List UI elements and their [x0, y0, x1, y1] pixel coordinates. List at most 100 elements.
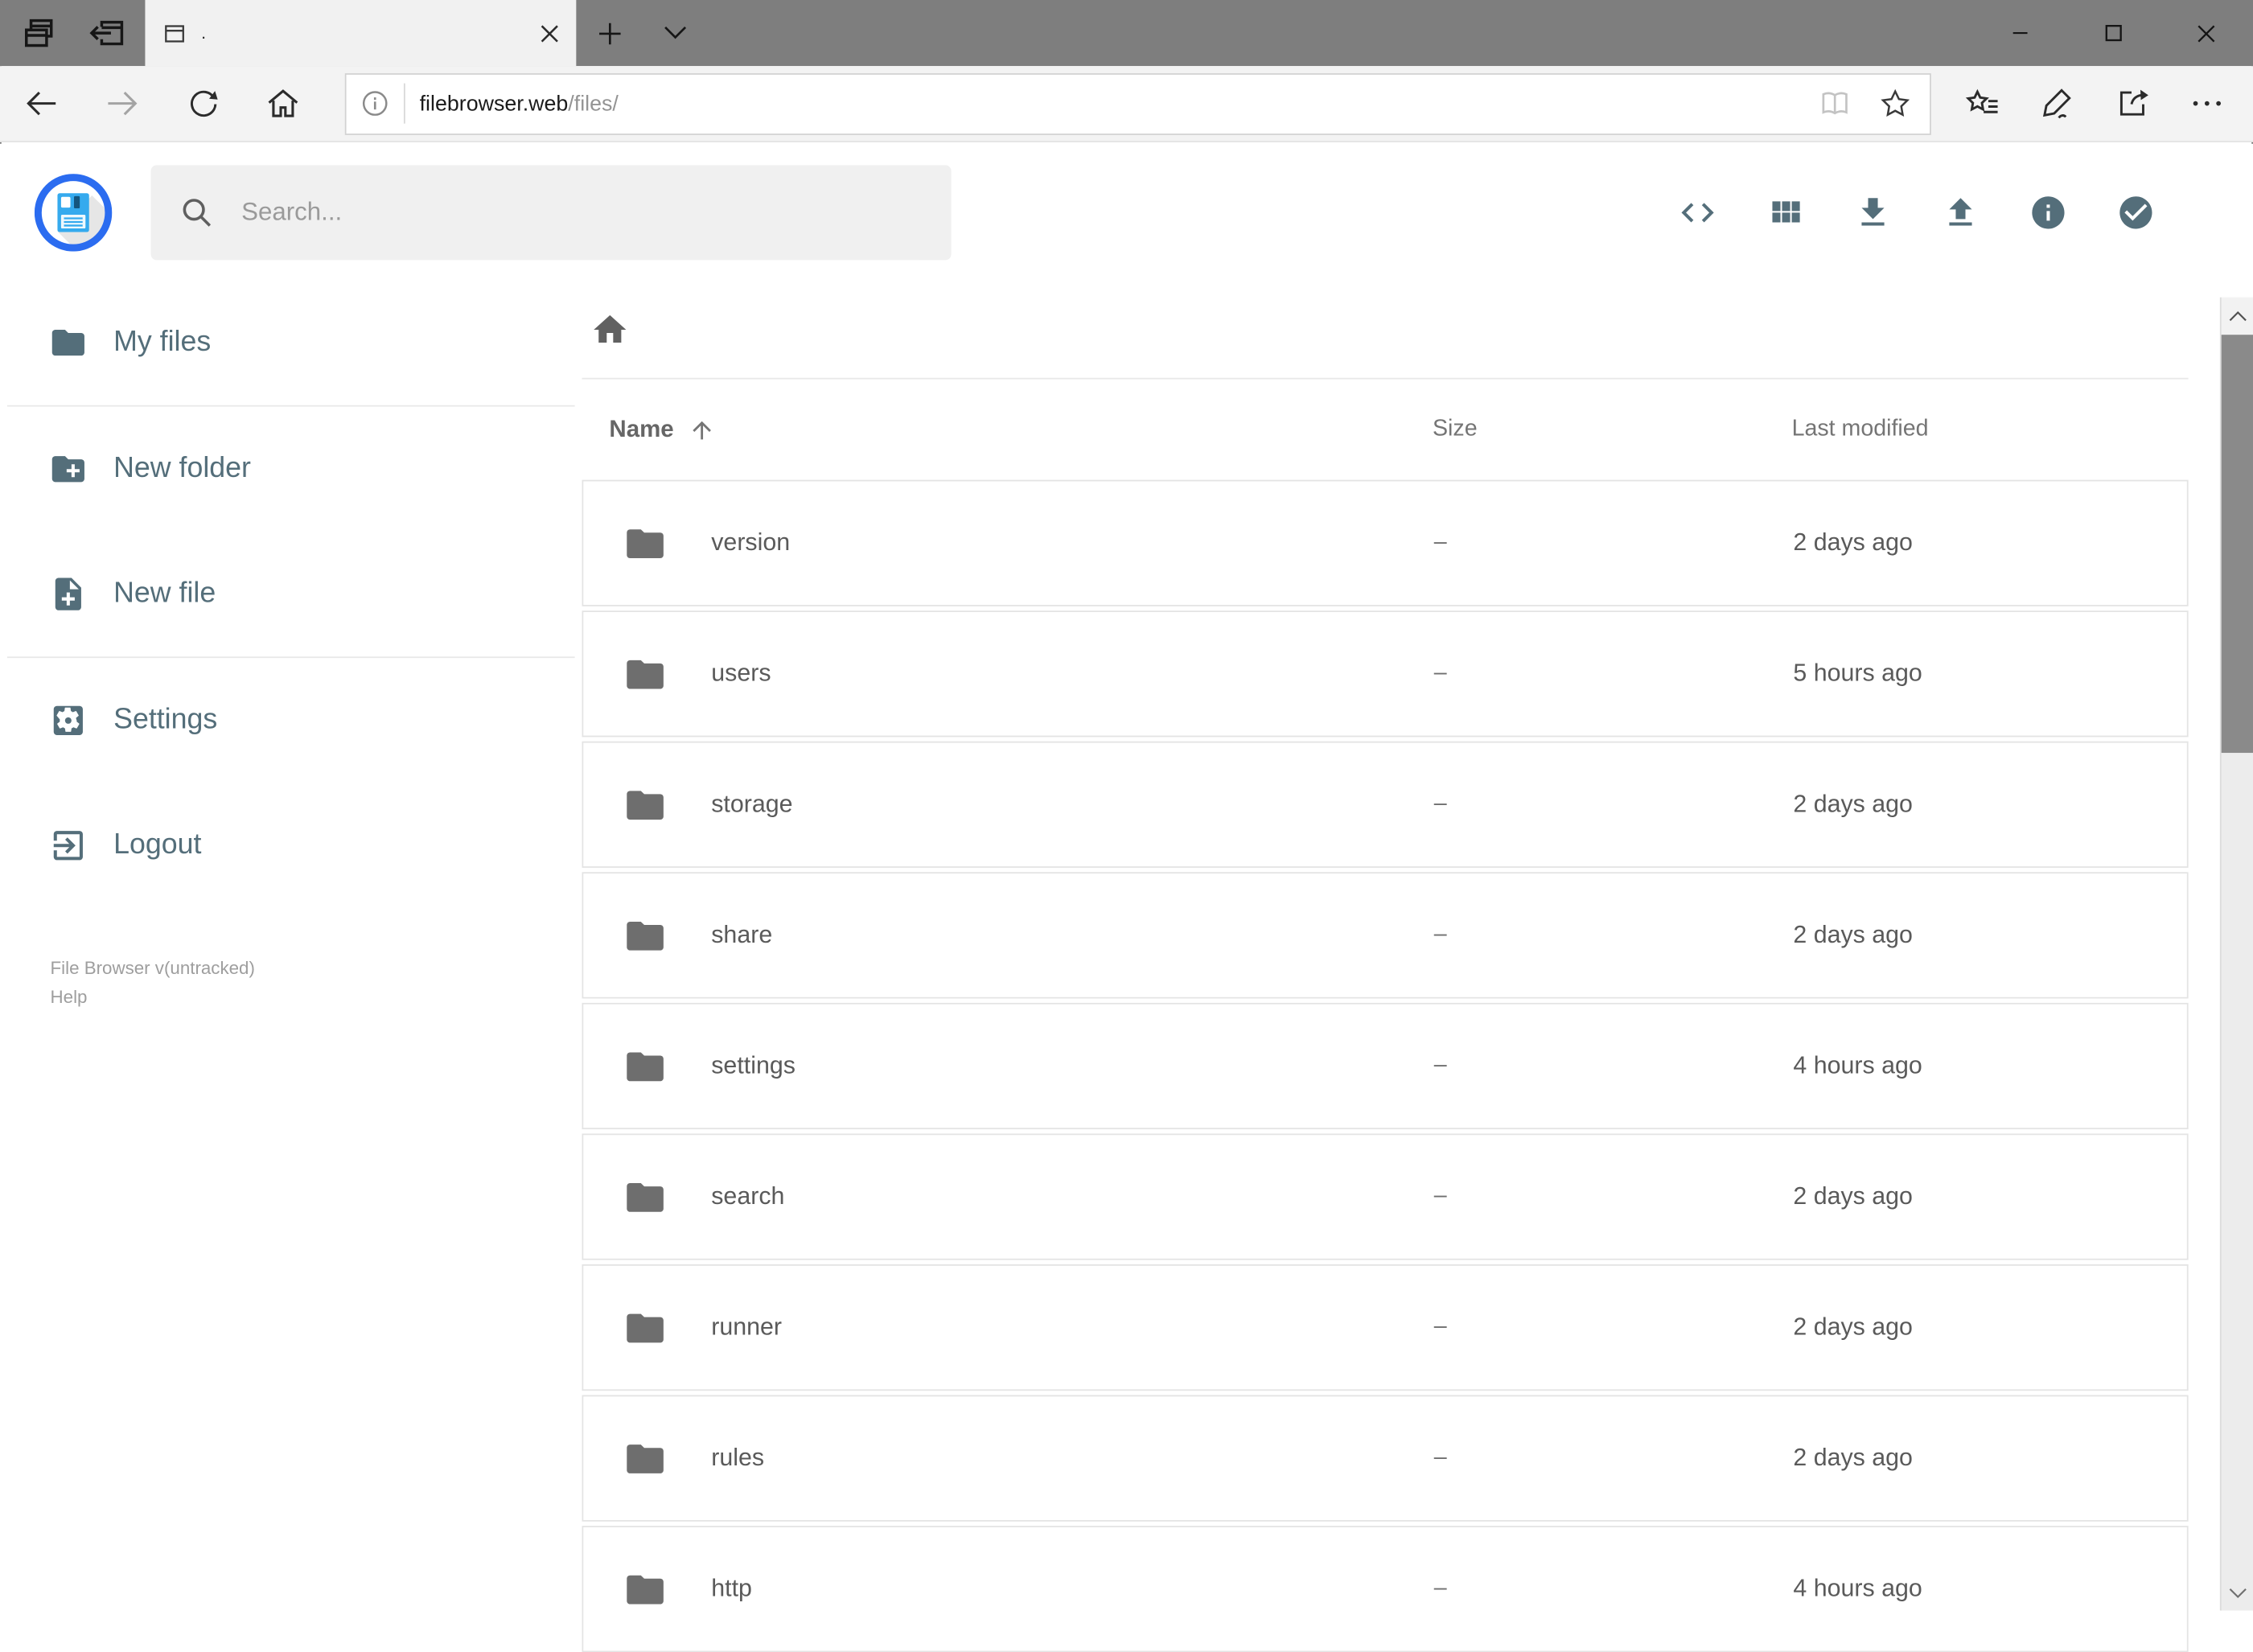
file-size: –: [1433, 1445, 1447, 1470]
download-icon[interactable]: [1853, 192, 1892, 231]
filebrowser-logo: [34, 173, 113, 251]
address-bar[interactable]: filebrowser.web/files/: [344, 72, 1931, 135]
file-modified: 2 days ago: [1793, 790, 1913, 818]
file-name: runner: [711, 1313, 783, 1341]
reading-view-icon[interactable]: [1809, 77, 1860, 129]
help-link[interactable]: Help: [51, 983, 582, 1012]
browser-window: . filebrowser.web/files/ Search... My fi…: [0, 0, 2253, 1652]
folder-icon: [623, 1571, 667, 1607]
filebrowser-app: My files New folder New file: [0, 143, 2253, 1652]
tab-favicon-icon: [162, 21, 187, 45]
sidebar-item-logout[interactable]: Logout: [0, 783, 582, 908]
column-header-name[interactable]: Name: [582, 416, 1425, 443]
site-info-icon[interactable]: [347, 88, 404, 119]
file-row[interactable]: storage – 2 days ago: [582, 741, 2189, 868]
tab-title: .: [201, 23, 207, 43]
upload-icon[interactable]: [1941, 192, 1980, 231]
toolbar-right: [1946, 72, 2245, 135]
sidebar-item-label: My files: [113, 326, 212, 358]
sidebar-footer: File Browser v(untracked) Help: [0, 954, 582, 1011]
tab-preview-icon[interactable]: [17, 11, 60, 55]
info-icon[interactable]: [2029, 192, 2067, 231]
browser-tab[interactable]: .: [145, 0, 577, 67]
home-button[interactable]: [252, 72, 315, 135]
file-name: storage: [711, 790, 793, 818]
search-input[interactable]: [238, 195, 923, 229]
address-separator: [403, 83, 405, 124]
search-box[interactable]: [150, 164, 952, 260]
tabbar-left-actions: [0, 0, 145, 66]
file-name: users: [711, 659, 771, 687]
tab-close-icon[interactable]: [541, 23, 559, 42]
select-multiple-icon[interactable]: [2116, 192, 2155, 231]
scrollbar-up-icon[interactable]: [2221, 297, 2253, 335]
file-row[interactable]: rules – 2 days ago: [582, 1395, 2189, 1522]
file-row[interactable]: runner – 2 days ago: [582, 1264, 2189, 1391]
sidebar-item-label: Logout: [113, 828, 202, 861]
file-name: rules: [711, 1444, 765, 1472]
minimize-button[interactable]: [1973, 0, 2066, 66]
new-tab-button[interactable]: [576, 0, 642, 66]
page-scrollbar[interactable]: [2219, 297, 2253, 1611]
refresh-button[interactable]: [171, 72, 235, 135]
app-version-text: File Browser v(untracked): [50, 958, 255, 979]
hub-favorites-icon[interactable]: [1946, 72, 2021, 135]
set-tabs-aside-icon[interactable]: [84, 11, 128, 55]
folder-icon: [623, 918, 667, 954]
back-button[interactable]: [10, 72, 74, 135]
file-modified: 5 hours ago: [1793, 659, 1922, 687]
tab-bar: .: [0, 0, 2253, 67]
more-options-icon[interactable]: [2169, 72, 2244, 135]
file-name: settings: [711, 1051, 796, 1079]
sidebar-item-new-file[interactable]: New file: [0, 532, 582, 656]
app-main: My files New folder New file Settings Lo…: [0, 280, 2253, 1652]
sidebar-item-settings[interactable]: Settings: [0, 658, 582, 783]
sidebar-item-new-folder[interactable]: New folder: [0, 407, 582, 532]
file-size: –: [1433, 791, 1447, 816]
column-header-size[interactable]: Size: [1425, 417, 1786, 442]
url-domain: filebrowser.web: [419, 91, 569, 116]
scrollbar-thumb[interactable]: [2221, 335, 2253, 754]
maximize-button[interactable]: [2066, 0, 2160, 66]
tab-list-dropdown-icon[interactable]: [642, 0, 708, 66]
column-header-modified[interactable]: Last modified: [1786, 417, 2188, 442]
file-row[interactable]: search – 2 days ago: [582, 1133, 2189, 1260]
file-row[interactable]: version – 2 days ago: [582, 479, 2189, 606]
sidebar-item-label: New folder: [113, 452, 251, 485]
file-modified: 2 days ago: [1793, 528, 1913, 557]
navigation-bar: filebrowser.web/files/: [0, 66, 2253, 142]
folder-icon: [623, 525, 667, 561]
scrollbar-down-icon[interactable]: [2222, 1576, 2253, 1611]
search-icon: [179, 195, 214, 229]
favorite-star-icon[interactable]: [1869, 77, 1921, 129]
sidebar-item-my-files[interactable]: My files: [0, 280, 582, 405]
sidebar: My files New folder New file Settings Lo…: [0, 280, 582, 1610]
file-name: search: [711, 1182, 785, 1210]
file-row[interactable]: share – 2 days ago: [582, 872, 2189, 999]
code-view-icon[interactable]: [1678, 192, 1716, 231]
file-size: –: [1433, 1053, 1447, 1078]
url-text[interactable]: filebrowser.web/files/: [420, 91, 1809, 115]
share-icon[interactable]: [2095, 72, 2170, 135]
file-modified: 4 hours ago: [1793, 1574, 1922, 1602]
listing-header: Name Size Last modified: [582, 380, 2188, 480]
folder-icon: [623, 787, 667, 823]
sidebar-item-label: New file: [113, 577, 216, 610]
file-row[interactable]: users – 5 hours ago: [582, 610, 2189, 738]
url-path: /files/: [568, 91, 619, 116]
home-breadcrumb-icon[interactable]: [590, 310, 629, 348]
file-modified: 2 days ago: [1793, 921, 1913, 948]
grid-view-icon[interactable]: [1766, 192, 1804, 231]
address-bar-actions: [1809, 77, 1930, 129]
file-modified: 2 days ago: [1793, 1182, 1913, 1210]
file-modified: 2 days ago: [1793, 1313, 1913, 1341]
forward-button[interactable]: [91, 72, 154, 135]
file-name: http: [711, 1574, 752, 1602]
file-row[interactable]: settings – 4 hours ago: [582, 1002, 2189, 1130]
file-row[interactable]: http – 4 hours ago: [582, 1526, 2189, 1652]
file-size: –: [1433, 530, 1447, 555]
close-window-button[interactable]: [2160, 0, 2253, 66]
logout-icon: [49, 826, 88, 865]
web-notes-pen-icon[interactable]: [2021, 72, 2095, 135]
file-modified: 2 days ago: [1793, 1444, 1913, 1472]
